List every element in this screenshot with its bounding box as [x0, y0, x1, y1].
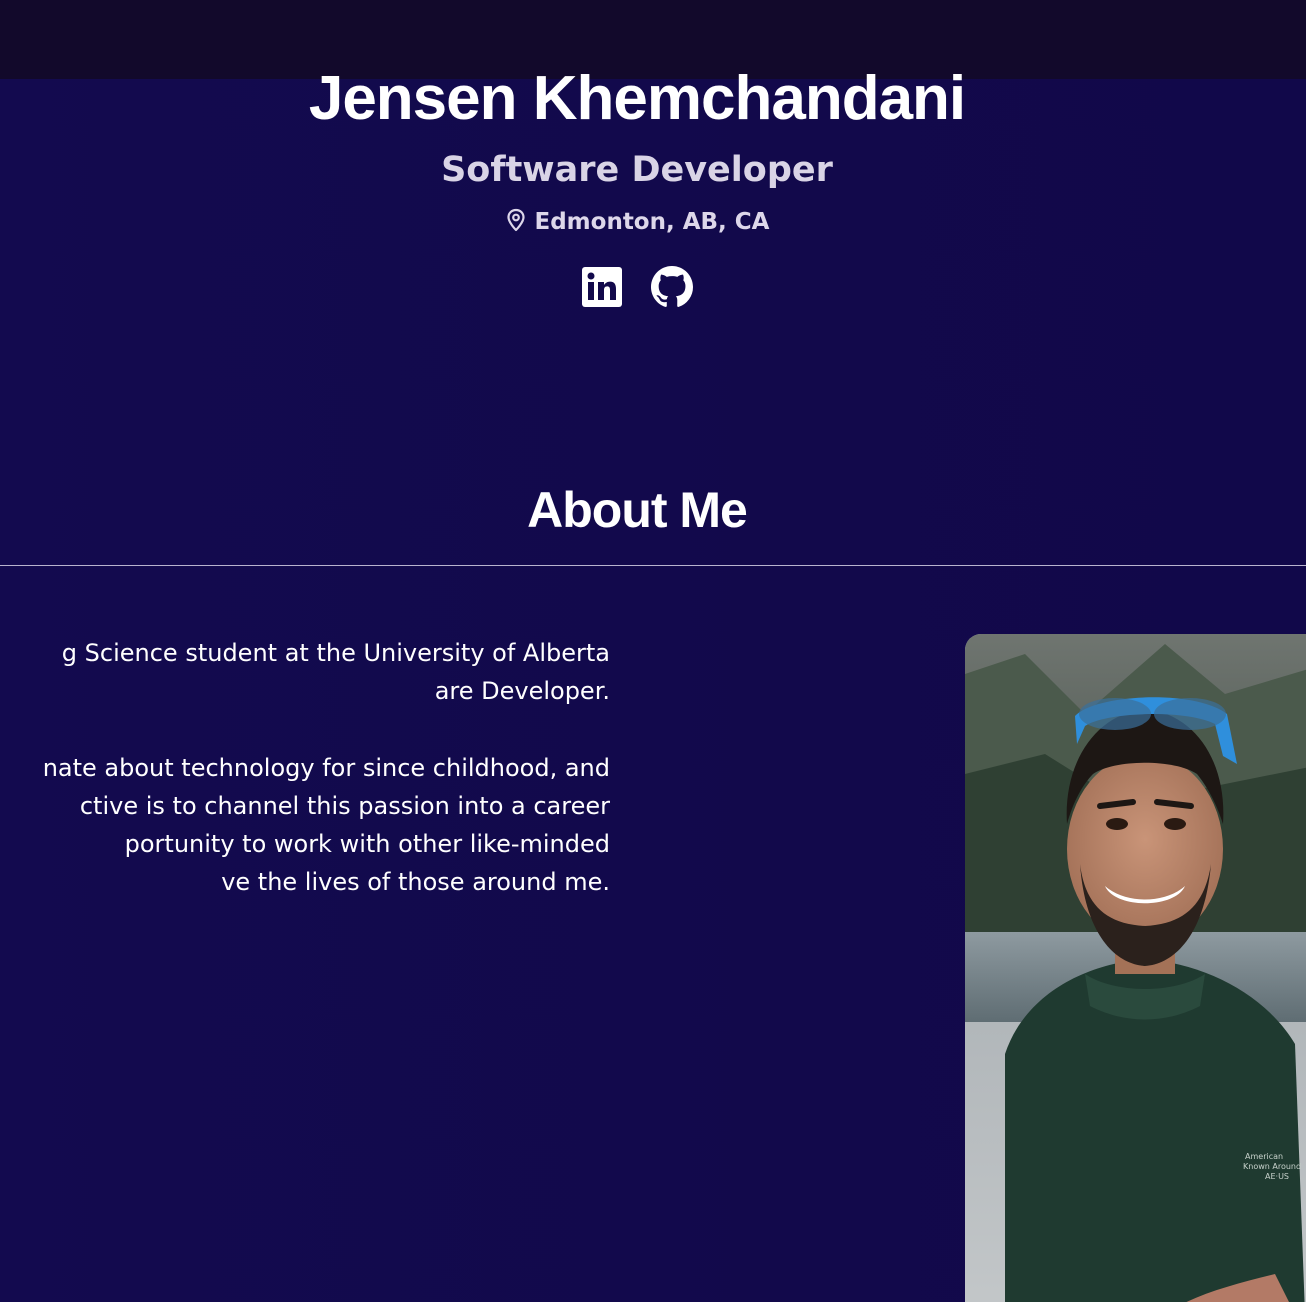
about-section-title: About Me	[527, 482, 748, 538]
hero-location: Edmonton, AB, CA	[0, 205, 1274, 239]
about-paragraph-2: nate about technology for since childhoo…	[0, 749, 610, 901]
svg-text:AE·US: AE·US	[1265, 1172, 1289, 1181]
location-label: Edmonton, AB, CA	[534, 209, 770, 235]
hero-name: Jensen Khemchandani	[308, 64, 966, 133]
section-divider	[0, 565, 1306, 566]
svg-text:Known Around: Known Around	[1243, 1162, 1301, 1171]
about-line: ve the lives of those around me.	[221, 868, 610, 896]
about-line: are Developer.	[434, 677, 610, 705]
about-line: nate about technology for since childhoo…	[42, 754, 610, 782]
about-paragraph-1: g Science student at the University of A…	[0, 634, 610, 710]
linkedin-icon	[582, 267, 622, 307]
about-line: ctive is to channel this passion into a …	[79, 792, 610, 820]
github-icon	[651, 266, 693, 307]
location-pin-icon	[505, 208, 527, 232]
social-links	[0, 266, 1274, 308]
github-link[interactable]	[651, 266, 693, 308]
hero-role: Software Developer	[441, 150, 833, 190]
about-line: g Science student at the University of A…	[61, 639, 610, 667]
linkedin-link[interactable]	[581, 266, 623, 308]
svg-text:American: American	[1245, 1152, 1283, 1161]
page: Jensen Khemchandani Software Developer E…	[0, 0, 1306, 1302]
profile-photo: American Known Around AE·US	[965, 634, 1306, 1302]
about-text: g Science student at the University of A…	[0, 634, 610, 940]
about-line: portunity to work with other like-minded	[124, 830, 610, 858]
